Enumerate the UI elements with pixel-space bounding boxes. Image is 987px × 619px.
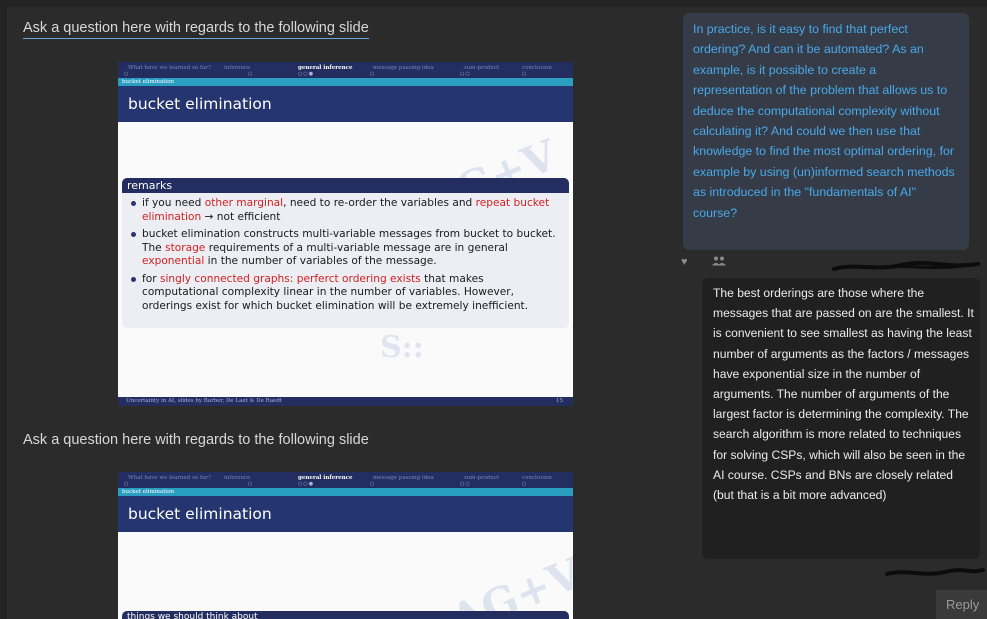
seal-watermark-icon: AG+V — [443, 548, 573, 619]
ask-question-link[interactable]: Ask a question here with regards to the … — [23, 432, 369, 448]
nav-dot-icon: ○ — [124, 481, 130, 487]
window-left-edge — [0, 0, 7, 619]
nav-dots-icon: ○○● — [298, 481, 315, 487]
slide-nav-bar: What have we learned so far? inference g… — [118, 472, 573, 488]
slide-nav-bar: What have we learned so far? inference g… — [118, 62, 573, 78]
slide-footer: Uncertainty in AI, slides by Barber, De … — [118, 397, 573, 406]
remarks-block: remarks if you need other marginal, need… — [122, 178, 569, 328]
slide-nav-item: What have we learned so far? — [128, 475, 211, 481]
slide-title: bucket elimination — [118, 496, 573, 532]
nav-dot-icon: ○ — [370, 481, 376, 487]
partial-block-header: things we should think about — [122, 611, 569, 619]
nav-dot-icon: ○ — [124, 71, 130, 77]
remarks-title: remarks — [122, 178, 569, 193]
nav-dot-icon: ○ — [370, 71, 376, 77]
people-icon[interactable] — [712, 256, 726, 266]
nav-dot-icon: ○ — [248, 481, 254, 487]
nav-dots-icon: ○○ — [460, 71, 471, 77]
heart-icon[interactable]: ♥ — [681, 256, 688, 268]
slide-nav-item: message passing idea — [373, 65, 434, 71]
slide-nav-item: message passing idea — [373, 475, 434, 481]
slide-page-number: 15 — [556, 398, 563, 404]
remark-bullet: bucket elimination constructs multi-vari… — [131, 228, 559, 269]
slide-nav-item: What have we learned so far? — [128, 65, 211, 71]
lecture-slide[interactable]: What have we learned so far? inference g… — [118, 62, 573, 406]
slide-subheader: bucket elimination — [118, 488, 573, 496]
remark-bullet: if you need other marginal, need to re-o… — [131, 197, 559, 224]
slide-title: bucket elimination — [118, 86, 573, 122]
nav-dots-icon: ○○● — [298, 71, 315, 77]
slide-nav-item: inference — [224, 475, 251, 481]
slide-nav-item: inference — [224, 65, 251, 71]
redaction-scribble-icon — [832, 261, 980, 271]
question-bubble: In practice, is it easy to find that per… — [683, 13, 969, 250]
reply-button[interactable]: Reply — [936, 590, 987, 619]
nav-dots-icon: ○○ — [460, 481, 471, 487]
seal-watermark-icon: S:: — [380, 330, 424, 365]
nav-dot-icon: ○ — [522, 481, 528, 487]
nav-dot-icon: ○ — [522, 71, 528, 77]
slide-footer-text: Uncertainty in AI, slides by Barber, De … — [126, 398, 283, 404]
redaction-scribble-icon — [885, 568, 985, 576]
ask-question-link[interactable]: Ask a question here with regards to the … — [23, 20, 369, 39]
remark-bullet: for singly connected graphs: perferct or… — [131, 273, 559, 314]
slide-subheader: bucket elimination — [118, 78, 573, 86]
window-top-edge — [0, 0, 987, 7]
nav-dot-icon: ○ — [248, 71, 254, 77]
answer-text: The best orderings are those where the m… — [713, 286, 974, 503]
lecture-slide[interactable]: What have we learned so far? inference g… — [118, 472, 573, 619]
question-text: In practice, is it easy to find that per… — [693, 22, 955, 220]
answer-bubble: The best orderings are those where the m… — [702, 278, 980, 559]
